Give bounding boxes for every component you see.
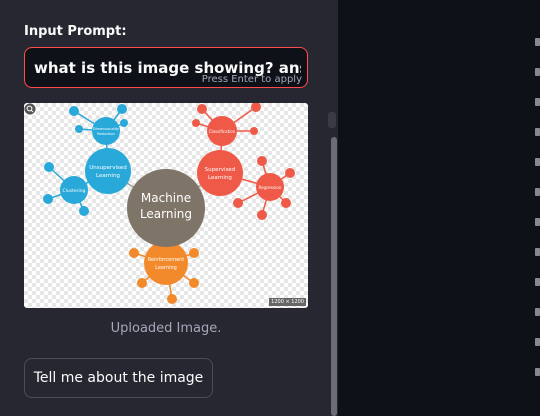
svg-text:Learning: Learning	[140, 207, 192, 221]
input-prompt-label: Input Prompt:	[24, 24, 127, 39]
svg-text:Supervised: Supervised	[205, 167, 236, 173]
sidebar-scrollbar[interactable]	[331, 137, 337, 416]
svg-text:Reinforcement: Reinforcement	[148, 257, 185, 263]
sidebar-collapse-handle[interactable]	[328, 112, 336, 128]
svg-text:Unsupervised: Unsupervised	[89, 165, 127, 171]
main-panel	[338, 0, 540, 416]
svg-text:Regression: Regression	[259, 185, 282, 190]
tell-me-about-image-button[interactable]: Tell me about the image	[24, 358, 213, 398]
uploaded-image: Machine Learning Unsupervised Learning S…	[24, 103, 308, 308]
sidebar: Input Prompt: what is this image showing…	[0, 0, 338, 416]
main-text-fragments	[530, 20, 540, 416]
zoom-icon[interactable]	[24, 103, 36, 115]
svg-text:Dimensionality: Dimensionality	[93, 127, 119, 131]
image-caption: Uploaded Image.	[110, 321, 222, 336]
svg-text:Machine: Machine	[141, 191, 191, 205]
image-size-tag: 1200 × 1200	[269, 298, 306, 306]
ml-mindmap: Machine Learning Unsupervised Learning S…	[43, 103, 295, 304]
svg-text:Classification: Classification	[209, 129, 236, 134]
press-enter-hint: Press Enter to apply	[201, 74, 302, 85]
svg-text:Learning: Learning	[208, 175, 232, 181]
svg-text:Learning: Learning	[96, 173, 120, 179]
svg-text:Clustering: Clustering	[63, 188, 86, 194]
prompt-input[interactable]: what is this image showing? answer in Pr…	[24, 47, 308, 88]
svg-text:Reduction: Reduction	[97, 132, 115, 136]
svg-text:Learning: Learning	[155, 265, 177, 271]
